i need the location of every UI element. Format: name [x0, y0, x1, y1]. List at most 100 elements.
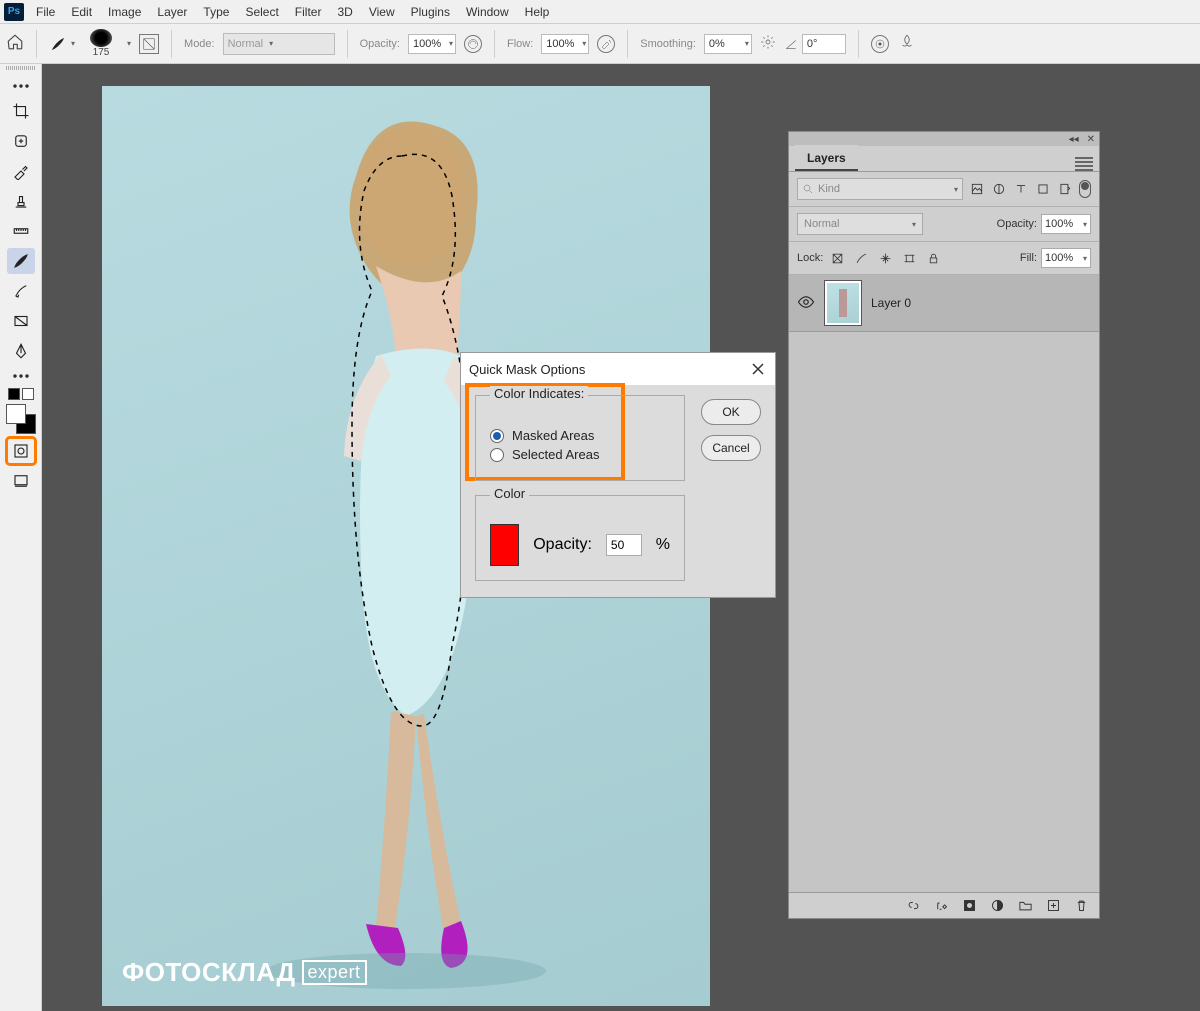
angle-value: 0° — [807, 38, 818, 50]
new-group-icon[interactable] — [1017, 898, 1033, 914]
pressure-size-icon[interactable] — [871, 35, 889, 53]
visibility-toggle-icon[interactable] — [797, 293, 815, 314]
color-indicates-group: Color Indicates: Masked Areas Selected A… — [475, 395, 685, 481]
overlay-color-swatch[interactable] — [490, 524, 519, 566]
menu-select[interactable]: Select — [237, 1, 286, 23]
overlay-opacity-input[interactable]: 50 — [606, 534, 642, 556]
flow-input[interactable]: 100% ▾ — [541, 34, 589, 54]
pressure-opacity-icon[interactable] — [464, 35, 482, 53]
brush-panel-toggle-icon[interactable] — [139, 34, 159, 54]
foreground-color-swatch[interactable] — [6, 404, 26, 424]
toolbar-grip[interactable] — [6, 66, 36, 70]
filter-adjust-icon[interactable] — [991, 181, 1007, 197]
airbrush-icon[interactable] — [597, 35, 615, 53]
toolbar-more-icon[interactable] — [7, 80, 35, 92]
menu-edit[interactable]: Edit — [63, 1, 100, 23]
close-icon[interactable] — [749, 360, 767, 378]
lock-transparency-icon[interactable] — [829, 250, 845, 266]
gradient-tool-icon[interactable] — [7, 308, 35, 334]
symmetry-icon[interactable] — [897, 33, 917, 54]
quick-mask-tool-icon[interactable] — [7, 438, 35, 464]
home-icon[interactable] — [6, 33, 24, 54]
crop-tool-icon[interactable] — [7, 98, 35, 124]
layer-effects-icon[interactable] — [933, 898, 949, 914]
radio-selected-areas[interactable]: Selected Areas — [490, 447, 670, 462]
lock-artboard-icon[interactable] — [901, 250, 917, 266]
blend-mode-select[interactable]: Normal ▾ — [797, 213, 923, 235]
chevron-down-icon: ▾ — [745, 39, 749, 48]
spot-heal-tool-icon[interactable] — [7, 128, 35, 154]
filter-type-icon[interactable] — [1013, 181, 1029, 197]
radio-selected-label: Selected Areas — [512, 447, 599, 462]
cancel-button[interactable]: Cancel — [701, 435, 761, 461]
layer-fill-input[interactable]: 100% ▾ — [1041, 248, 1091, 268]
panel-menu-icon[interactable] — [1075, 157, 1093, 171]
dialog-title: Quick Mask Options — [469, 362, 585, 377]
menu-image[interactable]: Image — [100, 1, 149, 23]
collapse-icon[interactable]: ◂◂ — [1069, 134, 1079, 145]
angle-input[interactable]: 0° — [802, 34, 846, 54]
stamp-tool-icon[interactable] — [7, 188, 35, 214]
menu-file[interactable]: File — [28, 1, 63, 23]
filter-shape-icon[interactable] — [1035, 181, 1051, 197]
menu-filter[interactable]: Filter — [287, 1, 330, 23]
ok-button[interactable]: OK — [701, 399, 761, 425]
quick-mask-options-dialog: Quick Mask Options Color Indicates: Mask… — [460, 352, 776, 598]
toolbar-more-icon[interactable] — [7, 370, 35, 382]
close-panel-icon[interactable]: ✕ — [1087, 134, 1095, 145]
default-swap-colors[interactable] — [8, 388, 34, 400]
overlay-opacity-label: Opacity: — [533, 536, 592, 554]
menu-3d[interactable]: 3D — [329, 1, 360, 23]
current-tool-preset[interactable]: ▾ — [49, 35, 75, 53]
layer-name[interactable]: Layer 0 — [871, 296, 911, 310]
link-layers-icon[interactable] — [905, 898, 921, 914]
screen-mode-icon[interactable] — [7, 468, 35, 494]
layer-row[interactable]: Layer 0 — [789, 275, 1099, 332]
new-layer-icon[interactable] — [1045, 898, 1061, 914]
filter-smart-icon[interactable] — [1057, 181, 1073, 197]
smoothing-input[interactable]: 0% ▾ — [704, 34, 752, 54]
menu-plugins[interactable]: Plugins — [403, 1, 458, 23]
menu-view[interactable]: View — [361, 1, 403, 23]
dialog-titlebar[interactable]: Quick Mask Options — [461, 353, 775, 385]
radio-icon[interactable] — [490, 448, 504, 462]
radio-icon[interactable] — [490, 429, 504, 443]
foreground-background-colors[interactable] — [6, 404, 36, 434]
add-mask-icon[interactable] — [961, 898, 977, 914]
pen-tool-icon[interactable] — [7, 338, 35, 364]
new-adjustment-icon[interactable] — [989, 898, 1005, 914]
brush-tip-icon — [90, 29, 112, 47]
filter-toggle[interactable] — [1079, 180, 1091, 198]
panel-footer — [789, 892, 1099, 918]
smoothing-options-icon[interactable] — [760, 34, 776, 53]
layers-tab[interactable]: Layers — [795, 145, 858, 171]
separator — [627, 30, 628, 58]
layer-fill-label: Fill: — [1020, 252, 1037, 264]
kind-placeholder: Kind — [818, 183, 840, 195]
chevron-down-icon: ▾ — [269, 39, 273, 48]
lock-image-icon[interactable] — [853, 250, 869, 266]
opacity-input[interactable]: 100% ▾ — [408, 34, 456, 54]
ruler-tool-icon[interactable] — [7, 218, 35, 244]
eyedropper-tool-icon[interactable] — [7, 158, 35, 184]
layer-opacity-input[interactable]: 100% ▾ — [1041, 214, 1091, 234]
brush-tool-icon[interactable] — [7, 248, 35, 274]
radio-masked-areas[interactable]: Masked Areas — [490, 428, 670, 443]
blend-mode-value: Normal — [804, 218, 839, 230]
menu-layer[interactable]: Layer — [149, 1, 195, 23]
menu-help[interactable]: Help — [517, 1, 558, 23]
lock-all-icon[interactable] — [925, 250, 941, 266]
overlay-opacity-value: 50 — [611, 538, 624, 552]
history-brush-tool-icon[interactable] — [7, 278, 35, 304]
separator — [347, 30, 348, 58]
delete-layer-icon[interactable] — [1073, 898, 1089, 914]
menu-window[interactable]: Window — [458, 1, 517, 23]
menu-type[interactable]: Type — [195, 1, 237, 23]
filter-pixel-icon[interactable] — [969, 181, 985, 197]
lock-position-icon[interactable] — [877, 250, 893, 266]
layer-thumbnail[interactable] — [825, 281, 861, 325]
brush-preview[interactable]: 175 — [83, 29, 119, 58]
chevron-down-icon[interactable]: ▾ — [127, 39, 131, 48]
layer-kind-search[interactable]: Kind ▾ — [797, 178, 963, 200]
mode-select[interactable]: Normal ▾ — [223, 33, 335, 55]
